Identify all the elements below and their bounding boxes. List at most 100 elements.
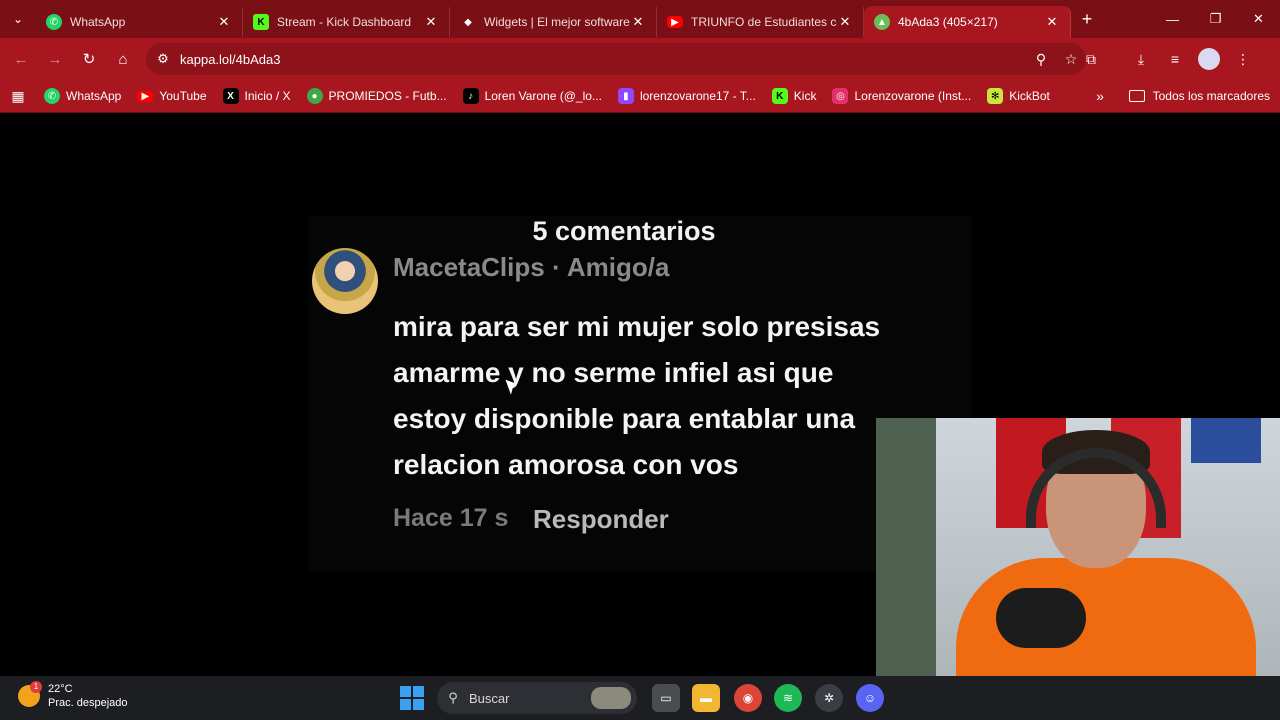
kebab-menu-icon[interactable]: ⋮ xyxy=(1226,42,1260,76)
bookmark-kickbot[interactable]: ✻ KickBot xyxy=(979,83,1058,109)
media-queue-icon[interactable]: ≡ xyxy=(1158,42,1192,76)
bookmark-tiktok[interactable]: ♪ Loren Varone (@_lo... xyxy=(455,83,610,109)
comment-body: mira para ser mi mujer solo presisas ama… xyxy=(393,311,881,480)
restore-icon[interactable]: ❐ xyxy=(1194,0,1237,38)
close-icon[interactable]: ✕ xyxy=(630,14,646,30)
address-bar[interactable]: ⚙ kappa.lol/4bAda3 ⚲ ☆ xyxy=(146,43,1086,75)
bookmark-kick[interactable]: K Kick xyxy=(764,83,825,109)
soccer-ball-icon: ● xyxy=(306,88,323,104)
search-icon: ⚲ xyxy=(448,690,458,705)
bookmark-label: Lorenzovarone (Inst... xyxy=(854,89,972,103)
taskbar-search[interactable]: ⚲ Buscar xyxy=(437,682,637,714)
whatsapp-icon: ✆ xyxy=(46,14,62,30)
bookmarks-bar: ▦ ✆ WhatsApp ▶ YouTube X Inicio / X ● PR… xyxy=(0,80,1280,113)
bookmark-label: WhatsApp xyxy=(66,89,122,103)
comment-screenshot: 5 comentarios MacetaClips · Amigo/a mira… xyxy=(308,216,972,572)
comments-count: 5 comentarios xyxy=(532,216,716,246)
bookmark-label: lorenzovarone17 - T... xyxy=(639,89,756,103)
bookmark-label: Inicio / X xyxy=(244,89,291,103)
apps-grid-icon[interactable]: ▦ xyxy=(0,83,36,109)
close-icon[interactable]: ✕ xyxy=(1044,14,1060,30)
windows-taskbar: 1 22°C Prac. despejado ⚲ Buscar ▭ ▬ ◉ ≋ … xyxy=(0,676,1280,720)
download-icon[interactable]: ⤓ xyxy=(1124,42,1158,76)
tab-label: Stream - Kick Dashboard xyxy=(277,15,412,29)
kick-icon: K xyxy=(771,88,788,104)
tab-whatsapp[interactable]: ✆ WhatsApp ✕ xyxy=(36,7,243,37)
home-icon[interactable]: ⌂ xyxy=(106,42,140,76)
kick-icon: K xyxy=(253,14,269,30)
temperature: 22°C xyxy=(48,683,73,695)
close-window-icon[interactable]: ✕ xyxy=(1237,0,1280,38)
extensions-puzzle-icon[interactable]: ⧉ xyxy=(1074,42,1108,76)
whatsapp-icon: ✆ xyxy=(44,88,60,104)
app-settings-icon[interactable]: ✲ xyxy=(815,684,843,712)
bookmark-label: Loren Varone (@_lo... xyxy=(484,89,602,103)
reload-icon[interactable]: ↻ xyxy=(72,42,106,76)
reply-button: Responder xyxy=(533,504,669,534)
discord-icon[interactable]: ☺ xyxy=(856,684,884,712)
weather-widget[interactable]: 1 22°C Prac. despejado xyxy=(18,681,128,710)
bookmark-instagram[interactable]: ◎ Lorenzovarone (Inst... xyxy=(824,83,979,109)
tab-image-active[interactable]: ▲ 4bAda3 (405×217) ✕ xyxy=(864,6,1071,38)
more-bookmarks-chevron-icon[interactable]: » xyxy=(1088,83,1112,109)
forward-arrow-icon[interactable]: → xyxy=(38,42,72,76)
weather-condition: Prac. despejado xyxy=(48,697,128,709)
bookmark-whatsapp[interactable]: ✆ WhatsApp xyxy=(36,83,129,109)
chrome-icon[interactable]: ◉ xyxy=(734,684,762,712)
weather-text: 22°C Prac. despejado xyxy=(48,682,128,710)
file-explorer-icon[interactable]: ▬ xyxy=(692,684,720,712)
close-icon[interactable]: ✕ xyxy=(837,14,853,30)
tiktok-icon: ♪ xyxy=(462,88,479,104)
all-bookmarks-folder[interactable]: Todos los marcadores xyxy=(1128,83,1270,109)
webcam-background-jersey xyxy=(1191,418,1261,463)
comment-timestamp: Hace 17 s xyxy=(393,504,509,532)
bookmark-youtube[interactable]: ▶ YouTube xyxy=(129,83,214,109)
all-bookmarks-label: Todos los marcadores xyxy=(1152,89,1270,103)
bookmark-label: PROMIEDOS - Futb... xyxy=(328,89,447,103)
minimize-icon[interactable]: — xyxy=(1151,0,1194,38)
new-tab-plus-icon[interactable]: + xyxy=(1071,9,1103,30)
task-view-icon[interactable]: ▭ xyxy=(652,684,680,712)
folder-icon xyxy=(1128,90,1145,102)
close-icon[interactable]: ✕ xyxy=(216,14,232,30)
x-icon: X xyxy=(222,88,239,104)
toolbar-right: ⧉ ⤓ ≡ ⋮ xyxy=(1074,42,1260,76)
tab-kick-dashboard[interactable]: K Stream - Kick Dashboard ✕ xyxy=(243,7,450,37)
window-controls: — ❐ ✕ xyxy=(1151,0,1280,38)
windows-start-icon[interactable] xyxy=(400,686,424,710)
kickbot-icon: ✻ xyxy=(987,88,1004,104)
tab-label: 4bAda3 (405×217) xyxy=(898,15,998,29)
instagram-icon: ◎ xyxy=(832,88,849,104)
youtube-icon: ▶ xyxy=(137,90,154,102)
notification-badge: 1 xyxy=(30,681,42,693)
bookmark-twitch[interactable]: ▮ lorenzovarone17 - T... xyxy=(610,83,764,109)
tab-search-chevron-icon[interactable]: ⌄ xyxy=(0,0,36,38)
webcam-overlay xyxy=(876,418,1280,720)
back-arrow-icon[interactable]: ← xyxy=(4,42,38,76)
weather-sun-icon: 1 xyxy=(18,681,42,707)
widgets-icon: ◆ xyxy=(464,16,472,28)
tab-label: WhatsApp xyxy=(70,15,126,29)
bookmark-x[interactable]: X Inicio / X xyxy=(215,83,299,109)
url-text[interactable]: kappa.lol/4bAda3 xyxy=(180,52,1026,67)
tab-label: TRIUNFO de Estudiantes con xyxy=(691,15,837,29)
tab-label: Widgets | El mejor software xyxy=(484,15,630,29)
spotify-icon[interactable]: ≋ xyxy=(774,684,802,712)
zoom-icon[interactable]: ⚲ xyxy=(1026,51,1056,68)
bookmark-promiedos[interactable]: ● PROMIEDOS - Futb... xyxy=(299,83,455,109)
comment-author: MacetaClips · Amigo/a xyxy=(393,252,670,282)
twitch-icon: ▮ xyxy=(617,88,634,104)
profile-avatar[interactable] xyxy=(1198,48,1220,70)
microphone-icon xyxy=(996,588,1086,648)
bookmark-label: KickBot xyxy=(1009,89,1050,103)
search-highlight-image xyxy=(591,687,631,709)
tab-youtube-video[interactable]: ▶ TRIUNFO de Estudiantes con ✕ xyxy=(657,7,864,37)
site-settings-icon[interactable]: ⚙ xyxy=(146,51,180,67)
close-icon[interactable]: ✕ xyxy=(423,14,439,30)
tab-widgets[interactable]: ◆ Widgets | El mejor software ✕ xyxy=(450,7,657,37)
webcam-background-shelf xyxy=(876,418,936,720)
bookmark-label: Kick xyxy=(793,89,817,103)
image-icon: ▲ xyxy=(874,14,890,30)
bookmark-label: YouTube xyxy=(159,89,207,103)
browser-toolbar: ← → ↻ ⌂ ⚙ kappa.lol/4bAda3 ⚲ ☆ ⧉ ⤓ ≡ ⋮ xyxy=(0,38,1280,80)
